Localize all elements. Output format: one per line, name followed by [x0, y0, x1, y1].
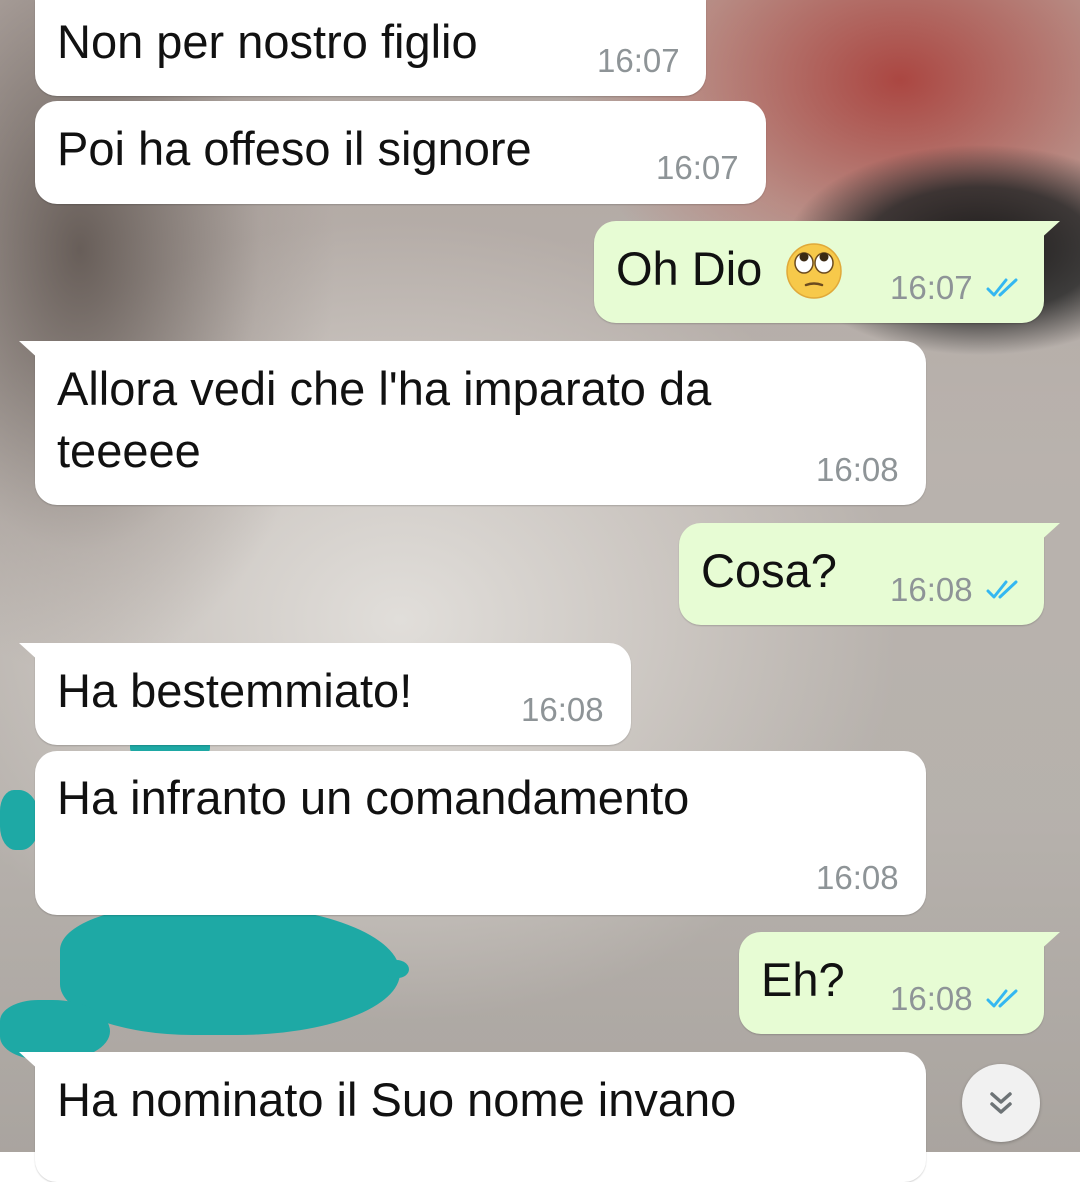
wallpaper-teal-paint	[0, 790, 40, 850]
message-time: 16:08	[816, 859, 899, 896]
message-time: 16:08	[521, 691, 604, 728]
message-text: Cosa?	[701, 544, 837, 597]
scroll-to-bottom-button[interactable]	[962, 1064, 1040, 1142]
message-bubble-incoming[interactable]: Ha bestemmiato! 16:08	[19, 643, 631, 745]
wallpaper-teal-paint	[385, 960, 409, 978]
message-text: Ha nominato il Suo nome invano	[57, 1073, 737, 1126]
message-time: 16:07	[597, 42, 680, 79]
face-with-rolling-eyes-emoji	[784, 241, 844, 306]
message-text: Eh?	[761, 953, 845, 1006]
read-receipt-icon	[986, 987, 1024, 1016]
read-receipt-icon	[986, 578, 1024, 607]
message-time: 16:08	[890, 980, 973, 1017]
message-bubble-incoming[interactable]: Ha nominato il Suo nome invano	[19, 1052, 926, 1182]
message-bubble-incoming[interactable]: Poi ha offeso il signore 16:07	[35, 101, 766, 204]
message-text: Ha bestemmiato!	[57, 664, 413, 717]
message-bubble-outgoing[interactable]: Cosa? 16:08	[679, 523, 1060, 625]
message-text: Non per nostro figlio	[57, 15, 478, 68]
wallpaper-teal-paint	[60, 905, 400, 1035]
message-time: 16:08	[816, 451, 899, 488]
message-text: Ha infranto un comandamento	[57, 771, 690, 824]
read-receipt-icon	[986, 276, 1024, 305]
message-time: 16:08	[890, 571, 973, 608]
message-text: Oh Dio	[616, 242, 763, 295]
message-bubble-outgoing[interactable]: Oh Dio 16:07	[594, 221, 1060, 323]
message-bubble-outgoing[interactable]: Eh? 16:08	[739, 932, 1060, 1034]
message-bubble-incoming[interactable]: Allora vedi che l'ha imparato da teeeee …	[19, 341, 926, 505]
wallpaper-teal-paint	[0, 1000, 110, 1060]
message-bubble-incoming[interactable]: Non per nostro figlio 16:07	[35, 0, 706, 96]
message-bubble-incoming[interactable]: Ha infranto un comandamento 16:08	[35, 751, 926, 915]
message-text-line-2: teeeee	[57, 424, 201, 477]
message-text: Poi ha offeso il signore	[57, 122, 532, 175]
message-text-line-1: Allora vedi che l'ha imparato da	[57, 362, 712, 415]
message-time: 16:07	[656, 149, 739, 186]
double-chevron-down-icon	[984, 1086, 1018, 1125]
message-time: 16:07	[890, 269, 973, 306]
